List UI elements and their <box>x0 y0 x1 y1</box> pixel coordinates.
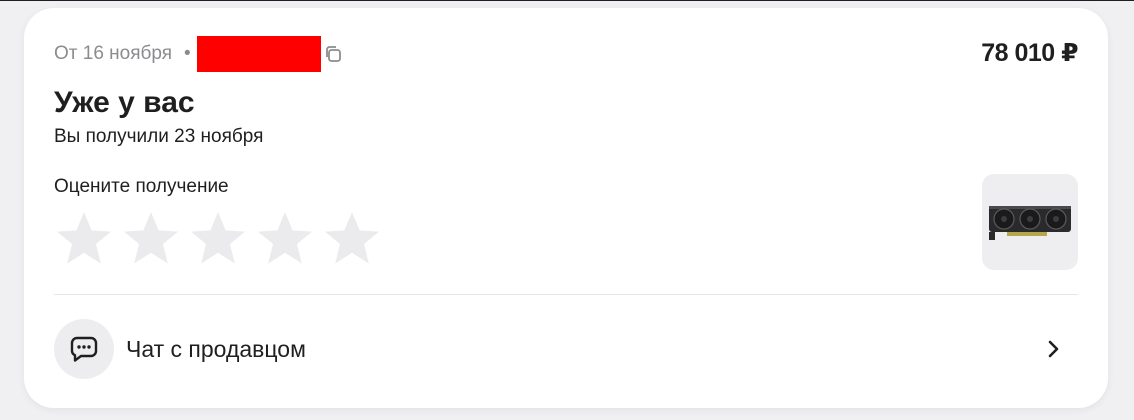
order-meta: От 16 ноября • <box>54 36 343 72</box>
received-date-text: Вы получили 23 ноября <box>54 126 264 147</box>
delivery-status-title: Уже у вас <box>54 86 195 119</box>
graphics-card-icon <box>989 206 1071 240</box>
order-number-redacted <box>196 36 321 72</box>
section-divider <box>54 294 1078 295</box>
star-icon[interactable] <box>188 209 248 269</box>
chat-with-seller-label: Чат с продавцом <box>126 335 306 362</box>
chat-bubble-icon <box>70 336 98 362</box>
star-icon[interactable] <box>54 209 114 269</box>
order-date: От 16 ноября <box>54 43 173 64</box>
chat-icon-container <box>54 319 114 379</box>
rating-label: Оцените получение <box>54 176 229 197</box>
rating-stars <box>54 209 382 269</box>
product-thumbnail[interactable] <box>982 174 1078 270</box>
star-icon[interactable] <box>255 209 315 269</box>
window-top-border <box>0 0 1134 1</box>
chevron-right-icon <box>1048 340 1059 358</box>
chat-with-seller-button[interactable]: Чат с продавцом <box>54 318 1078 380</box>
star-icon[interactable] <box>322 209 382 269</box>
meta-separator: • <box>184 43 191 64</box>
order-price: 78 010 ₽ <box>981 39 1078 67</box>
order-card: От 16 ноября • 78 010 ₽ Уже у вас Вы пол… <box>24 8 1108 408</box>
copy-icon[interactable] <box>323 44 343 64</box>
star-icon[interactable] <box>121 209 181 269</box>
